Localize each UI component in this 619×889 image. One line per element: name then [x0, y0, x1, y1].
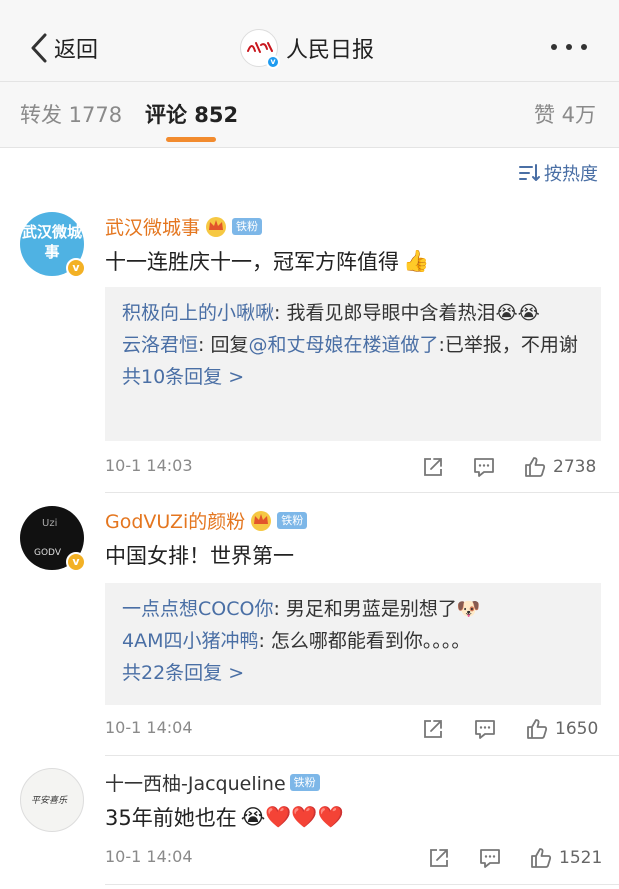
- share-icon: [430, 849, 448, 867]
- replies-box[interactable]: 一点点想COCO你: 男足和男蓝是别想了🐶 4AM四小猪冲鸭: 怎么哪都能看到你…: [105, 583, 601, 705]
- thumbs-up-emoji-icon: 👍: [403, 248, 430, 273]
- account-logo: v: [240, 29, 280, 69]
- like-button[interactable]: 1650: [525, 714, 598, 744]
- comment-text-row: 中国女排！世界第一: [105, 540, 294, 570]
- thumbs-up-icon: [527, 719, 548, 739]
- crown-vip-icon: [206, 217, 227, 237]
- thumbs-up-icon: [525, 457, 546, 477]
- username[interactable]: 十一西柚-Jacqueline: [105, 769, 286, 796]
- timestamp: 10-1 14:04: [105, 718, 193, 737]
- peoples-daily-logo-icon: [247, 42, 273, 53]
- more-dot-icon: [566, 44, 572, 50]
- avatar-subtext: GODV: [34, 548, 61, 558]
- reply-button[interactable]: [472, 452, 496, 482]
- page-title: 人民日报: [286, 38, 375, 63]
- crying-and-hearts-emoji-icon: 😭❤️❤️❤️: [240, 804, 344, 829]
- doge-emoji-icon: 🐶: [456, 598, 481, 620]
- crown-vip-icon: [251, 511, 272, 531]
- chevron-left-icon: [31, 33, 47, 63]
- timestamp: 10-1 14:04: [105, 847, 193, 866]
- username[interactable]: GodVUZi的颜粉: [105, 507, 245, 534]
- verified-badge-icon: v: [66, 258, 86, 278]
- reply-item: 云洛君恒: 回复@和丈母娘在楼道做了:已举报，不用谢: [122, 329, 584, 361]
- fan-badge: 铁粉: [232, 217, 263, 235]
- reply-text: : 我看见郎导眼中含着热泪: [274, 302, 496, 324]
- comment-icon: [475, 720, 495, 739]
- username[interactable]: 武汉微城事: [105, 213, 200, 240]
- sort-label: 按热度: [544, 164, 598, 185]
- share-icon: [424, 720, 442, 738]
- fan-badge: 铁粉: [289, 773, 320, 791]
- share-button[interactable]: [427, 843, 451, 873]
- like-count: 2738: [553, 457, 597, 477]
- avatar[interactable]: 平安喜乐: [20, 768, 84, 832]
- comment-header: 武汉微城事 铁粉: [105, 213, 263, 240]
- reply-username[interactable]: 积极向上的小啾啾: [122, 302, 274, 324]
- comment-header: 十一西柚-Jacqueline 铁粉: [105, 769, 320, 795]
- comment-divider: [105, 884, 619, 885]
- tab-comments[interactable]: 评论 852: [145, 99, 238, 129]
- timestamp: 10-1 14:03: [105, 456, 193, 475]
- view-more-replies-link[interactable]: 共22条回复 >: [122, 657, 584, 689]
- comment-text-row: 35年前她也在 😭❤️❤️❤️: [105, 802, 344, 832]
- avatar-text: 平安喜乐: [31, 796, 68, 806]
- top-nav-bar: 返回 v 人民日报: [0, 0, 619, 82]
- reply-button[interactable]: [478, 843, 502, 873]
- reply-item: 积极向上的小啾啾: 我看见郎导眼中含着热泪😭😭: [122, 297, 584, 329]
- account-title[interactable]: v 人民日报: [240, 28, 375, 69]
- avatar[interactable]: Uzi GODV v: [20, 506, 86, 572]
- share-icon: [424, 458, 442, 476]
- tab-reposts[interactable]: 转发 1778: [20, 99, 122, 129]
- comment-meta: 10-1 14:04 1521: [105, 843, 602, 873]
- active-tab-indicator: [166, 137, 216, 142]
- verified-badge-icon: v: [266, 55, 280, 69]
- tab-bar: 转发 1778 评论 852 赞 4万: [0, 82, 619, 148]
- reply-text-prefix: : 回复: [198, 334, 249, 356]
- crying-emoji-icon: 😭😭: [495, 302, 540, 324]
- comment-text-row: 十一连胜庆十一，冠军方阵值得 👍: [105, 246, 429, 276]
- comment-meta: 10-1 14:04 1650: [105, 714, 601, 744]
- view-more-replies-link[interactable]: 共10条回复 >: [122, 361, 584, 393]
- reply-username[interactable]: 一点点想COCO你: [122, 598, 273, 620]
- more-dot-icon: [581, 44, 587, 50]
- reply-username[interactable]: 4AM四小猪冲鸭: [122, 630, 258, 652]
- thumbs-up-icon: [531, 848, 552, 868]
- reply-item: 4AM四小猪冲鸭: 怎么哪都能看到你。。。。: [122, 625, 584, 657]
- back-label: 返回: [54, 38, 99, 63]
- like-button[interactable]: 2738: [523, 452, 596, 482]
- reply-username[interactable]: 云洛君恒: [122, 334, 198, 356]
- share-button[interactable]: [421, 714, 445, 744]
- comment-text: 十一连胜庆十一，冠军方阵值得: [105, 250, 399, 274]
- more-options-button[interactable]: [551, 44, 587, 52]
- comment-divider: [105, 755, 619, 756]
- back-button[interactable]: 返回: [28, 30, 98, 66]
- like-count: 1650: [555, 719, 599, 739]
- like-button[interactable]: 1521: [529, 843, 602, 873]
- share-button[interactable]: [421, 452, 445, 482]
- reply-text: : 男足和男蓝是别想了: [273, 598, 457, 620]
- mention-link[interactable]: @和丈母娘在楼道做了: [248, 334, 438, 356]
- comment-icon: [474, 458, 494, 477]
- avatar-text: 武汉微城事: [21, 223, 82, 261]
- sort-icon: [519, 164, 540, 181]
- tab-likes[interactable]: 赞 4万: [534, 99, 596, 129]
- sort-by-popularity-button[interactable]: 按热度: [518, 160, 598, 186]
- avatar-text: Uzi: [42, 518, 58, 529]
- reply-item: 一点点想COCO你: 男足和男蓝是别想了🐶: [122, 593, 584, 625]
- reply-text: : 怎么哪都能看到你。。。。: [258, 630, 471, 652]
- comment-icon: [480, 849, 500, 868]
- avatar[interactable]: 武汉微城事 v: [20, 212, 86, 278]
- comment-text: 中国女排！世界第一: [105, 544, 294, 568]
- comment-text: 35年前她也在: [105, 806, 237, 830]
- fan-badge: 铁粉: [277, 511, 308, 529]
- comment-divider: [105, 492, 619, 493]
- comment-meta: 10-1 14:03 2738: [105, 452, 601, 482]
- like-count: 1521: [559, 848, 603, 868]
- comment-header: GodVUZi的颜粉 铁粉: [105, 507, 308, 534]
- reply-button[interactable]: [473, 714, 497, 744]
- replies-box[interactable]: 积极向上的小啾啾: 我看见郎导眼中含着热泪😭😭 云洛君恒: 回复@和丈母娘在楼道…: [105, 287, 601, 441]
- verified-badge-icon: v: [66, 552, 86, 572]
- reply-text: :已举报，不用谢: [438, 334, 578, 356]
- more-dot-icon: [551, 44, 557, 50]
